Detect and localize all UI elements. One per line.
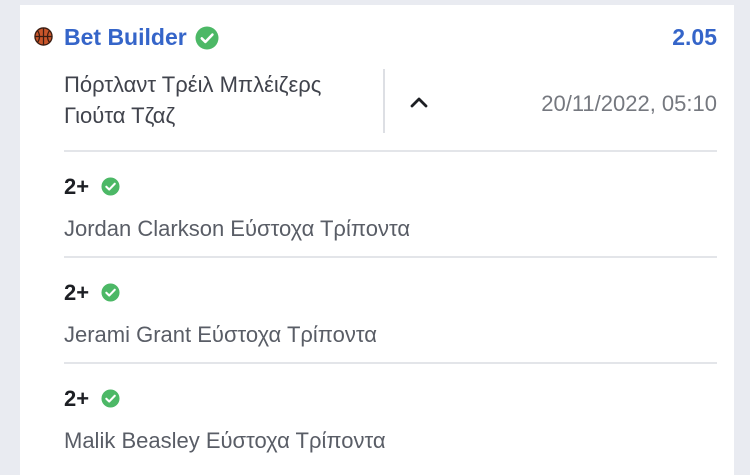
check-circle-icon xyxy=(195,26,219,50)
bet-card: Bet Builder 2.05 Πόρτλαντ Τρέιλ Μπλέιζερ… xyxy=(20,5,734,475)
collapse-button[interactable] xyxy=(403,89,435,113)
chevron-up-icon xyxy=(410,97,428,108)
leg-value: 2+ xyxy=(64,174,90,199)
bet-odds: 2.05 xyxy=(672,24,717,50)
event-teams: Πόρτλαντ Τρέιλ Μπλέιζερς Γιούτα Τζαζ xyxy=(64,69,384,131)
bet-leg: 2+ Jerami Grant Εύστοχα Τρίποντα xyxy=(64,256,717,362)
bet-leg: 2+ Jordan Clarkson Εύστοχα Τρίποντα xyxy=(64,150,717,256)
bet-legs-list: 2+ Jordan Clarkson Εύστοχα Τρίποντα 2+ J… xyxy=(64,150,717,468)
check-circle-icon xyxy=(101,283,120,302)
check-circle-icon xyxy=(101,177,120,196)
home-team: Πόρτλαντ Τρέιλ Μπλέιζερς xyxy=(64,72,322,97)
leg-market: Malik Beasley Εύστοχα Τρίποντα xyxy=(64,428,386,453)
basketball-icon xyxy=(34,27,53,46)
vertical-divider xyxy=(383,69,385,133)
bet-leg: 2+ Malik Beasley Εύστοχα Τρίποντα xyxy=(64,362,717,468)
away-team: Γιούτα Τζαζ xyxy=(64,103,176,128)
check-circle-icon xyxy=(101,389,120,408)
bet-title: Bet Builder xyxy=(64,24,187,50)
bet-header: Bet Builder 2.05 xyxy=(20,5,734,65)
leg-market: Jordan Clarkson Εύστοχα Τρίποντα xyxy=(64,216,411,241)
event-datetime: 20/11/2022, 05:10 xyxy=(541,91,717,116)
leg-value: 2+ xyxy=(64,386,90,411)
leg-market: Jerami Grant Εύστοχα Τρίποντα xyxy=(64,322,377,347)
leg-value: 2+ xyxy=(64,280,90,305)
